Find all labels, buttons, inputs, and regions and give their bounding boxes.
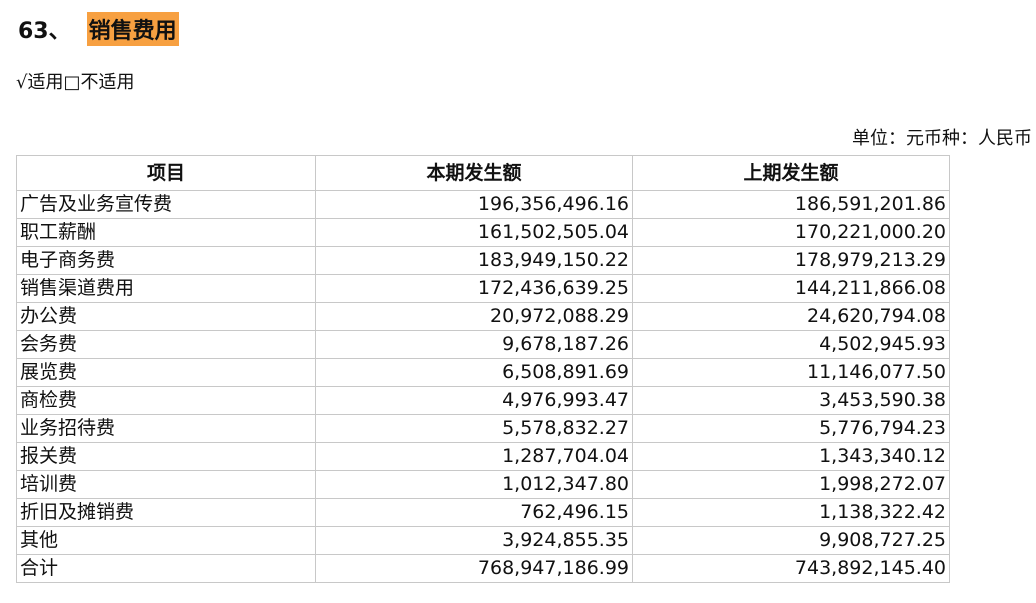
selling-expenses-table: 项目 本期发生额 上期发生额 广告及业务宣传费 196,356,496.16 186… (16, 155, 950, 583)
applicability-note: √适用□不适用 (16, 72, 135, 93)
row-prior-amount: 1,343,340.12 (632, 442, 950, 471)
row-item-cell: 商检费 (16, 386, 316, 415)
row-current-amount: 161,502,505.04 (315, 218, 633, 247)
row-current-amount: 768,947,186.99 (315, 554, 633, 583)
row-item-cell: 电子商务费 (16, 246, 316, 275)
table-row: 会务费 9,678,187.26 4,502,945.93 (16, 330, 950, 359)
row-item-cell: 其他 (16, 526, 316, 555)
table-row: 职工薪酬 161,502,505.04 170,221,000.20 (16, 218, 950, 247)
unit-note: 单位：元币种：人民币 (852, 128, 1032, 149)
row-prior-amount: 5,776,794.23 (632, 414, 950, 443)
row-prior-amount: 186,591,201.86 (632, 190, 950, 219)
row-item-cell: 展览费 (16, 358, 316, 387)
row-item-cell: 合计 (16, 554, 316, 583)
row-item-cell: 培训费 (16, 470, 316, 499)
row-current-amount: 1,287,704.04 (315, 442, 633, 471)
table-row: 展览费 6,508,891.69 11,146,077.50 (16, 358, 950, 387)
row-current-amount: 183,949,150.22 (315, 246, 633, 275)
section-number: 63、 (18, 19, 71, 44)
row-current-amount: 196,356,496.16 (315, 190, 633, 219)
row-item-cell: 折旧及摊销费 (16, 498, 316, 527)
row-prior-amount: 11,146,077.50 (632, 358, 950, 387)
row-current-amount: 5,578,832.27 (315, 414, 633, 443)
row-current-amount: 762,496.15 (315, 498, 633, 527)
table-row: 报关费 1,287,704.04 1,343,340.12 (16, 442, 950, 471)
row-prior-amount: 1,998,272.07 (632, 470, 950, 499)
table-row: 电子商务费 183,949,150.22 178,979,213.29 (16, 246, 950, 275)
row-item-cell: 办公费 (16, 302, 316, 331)
table-row: 折旧及摊销费 762,496.15 1,138,322.42 (16, 498, 950, 527)
table-row: 其他 3,924,855.35 9,908,727.25 (16, 526, 950, 555)
row-current-amount: 6,508,891.69 (315, 358, 633, 387)
row-prior-amount: 9,908,727.25 (632, 526, 950, 555)
section-heading: 63、 销售费用 (18, 12, 179, 46)
table-row: 广告及业务宣传费 196,356,496.16 186,591,201.86 (16, 190, 950, 219)
row-current-amount: 20,972,088.29 (315, 302, 633, 331)
row-current-amount: 4,976,993.47 (315, 386, 633, 415)
row-item-cell: 报关费 (16, 442, 316, 471)
row-current-amount: 172,436,639.25 (315, 274, 633, 303)
table-row: 业务招待费 5,578,832.27 5,776,794.23 (16, 414, 950, 443)
table-row: 商检费 4,976,993.47 3,453,590.38 (16, 386, 950, 415)
table-header-row: 项目 本期发生额 上期发生额 (16, 155, 950, 191)
row-item-cell: 会务费 (16, 330, 316, 359)
table-row: 办公费 20,972,088.29 24,620,794.08 (16, 302, 950, 331)
row-prior-amount: 24,620,794.08 (632, 302, 950, 331)
row-prior-amount: 144,211,866.08 (632, 274, 950, 303)
row-prior-amount: 743,892,145.40 (632, 554, 950, 583)
row-current-amount: 9,678,187.26 (315, 330, 633, 359)
header-item: 项目 (16, 155, 316, 191)
row-prior-amount: 170,221,000.20 (632, 218, 950, 247)
table-row: 销售渠道费用 172,436,639.25 144,211,866.08 (16, 274, 950, 303)
table-row: 培训费 1,012,347.80 1,998,272.07 (16, 470, 950, 499)
row-prior-amount: 3,453,590.38 (632, 386, 950, 415)
row-item-cell: 职工薪酬 (16, 218, 316, 247)
row-current-amount: 1,012,347.80 (315, 470, 633, 499)
row-item-cell: 销售渠道费用 (16, 274, 316, 303)
row-item-cell: 业务招待费 (16, 414, 316, 443)
header-prior-period: 上期发生额 (632, 155, 950, 191)
section-title: 销售费用 (86, 12, 179, 46)
row-prior-amount: 178,979,213.29 (632, 246, 950, 275)
row-prior-amount: 4,502,945.93 (632, 330, 950, 359)
row-prior-amount: 1,138,322.42 (632, 498, 950, 527)
header-current-period: 本期发生额 (315, 155, 633, 191)
table-row: 合计 768,947,186.99 743,892,145.40 (16, 554, 950, 583)
row-item-cell: 广告及业务宣传费 (16, 190, 316, 219)
row-current-amount: 3,924,855.35 (315, 526, 633, 555)
